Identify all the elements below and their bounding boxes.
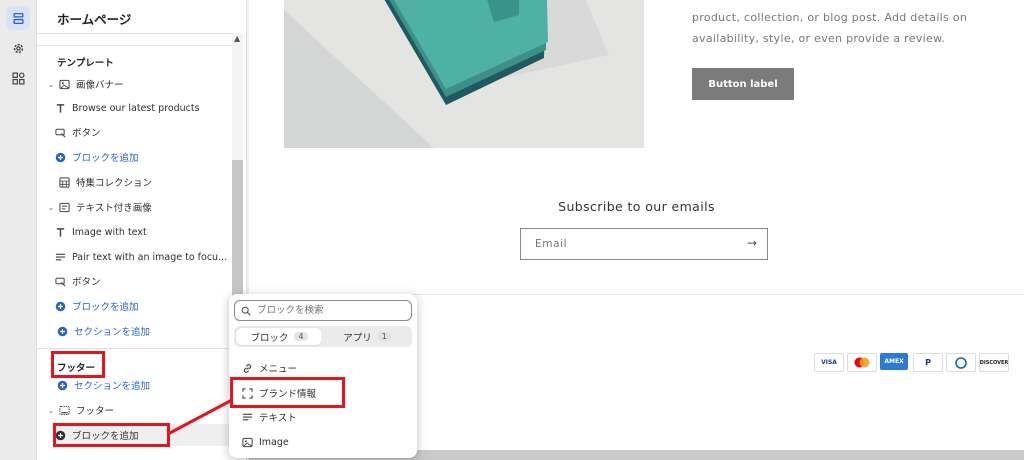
annotation-connector (167, 398, 233, 436)
